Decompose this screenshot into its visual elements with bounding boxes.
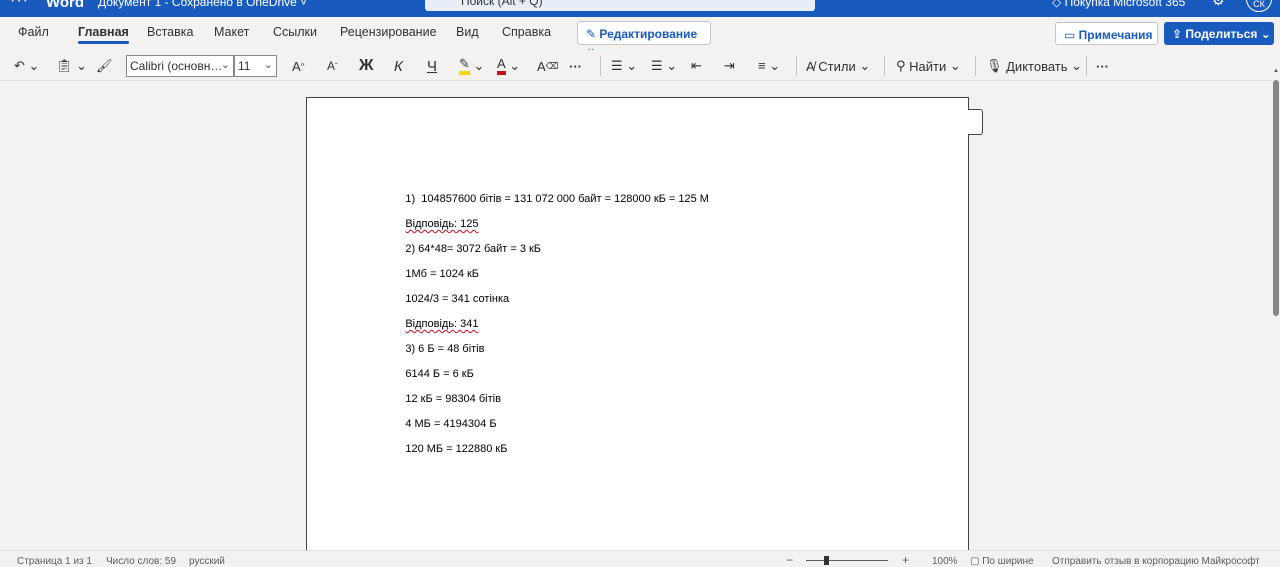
scrollbar-thumb[interactable] (1273, 80, 1279, 316)
tab-review[interactable]: Рецензирование (340, 25, 437, 39)
more-options-icon[interactable]: ··· (1096, 55, 1109, 77)
ribbon-divider (1086, 56, 1087, 76)
document-page[interactable]: 1) 104857600 бітів = 131 072 000 байт = … (306, 97, 969, 557)
buy-microsoft-365-link[interactable]: ◇ Покупка Microsoft 365 (1052, 0, 1185, 9)
chevron-down-icon: ⌄ (220, 59, 230, 71)
app-name: Word (46, 0, 85, 11)
zoom-slider-handle[interactable] (824, 556, 829, 565)
tab-home[interactable]: Главная (78, 25, 129, 44)
scroll-up-icon[interactable]: ▲ (1273, 68, 1279, 74)
font-size-select[interactable]: 11 ⌄ (234, 55, 277, 77)
font-color-icon[interactable]: A ⌄ (497, 55, 520, 77)
share-button[interactable]: ⇪ Поделиться ⌄ (1164, 22, 1274, 45)
undo-icon[interactable]: ↶ ⌄ (14, 55, 39, 77)
diamond-icon: ◇ (1052, 0, 1065, 9)
find-button[interactable]: ⚲ Найти ⌄ (896, 55, 961, 77)
menu-bar: Файл Главная Вставка Макет Ссылки Реценз… (0, 17, 1280, 55)
search-placeholder: Поиск (Alt + Q) (461, 0, 543, 8)
chevron-down-icon: ⌄ (263, 59, 273, 71)
doc-line-11[interactable]: 120 МБ = 122880 кБ (387, 431, 507, 467)
ribbon-divider (975, 56, 976, 76)
chevron-down-icon: ⌄ (1257, 27, 1271, 41)
status-bar: Страница 1 из 1 Число слов: 59 русский −… (0, 550, 1280, 567)
tab-view[interactable]: Вид (456, 25, 479, 39)
styles-icon: A̸ (806, 58, 819, 74)
dictate-button[interactable]: 🎙︎ Диктовать ⌄ (986, 55, 1082, 77)
highlight-icon[interactable]: ✎ ⌄ (459, 55, 484, 77)
tab-file[interactable]: Файл (18, 25, 49, 39)
italic-button[interactable]: К (394, 55, 403, 77)
paste-icon[interactable]: 📋︎ ⌄ (56, 55, 87, 77)
share-icon: ⇪ (1172, 27, 1186, 41)
waffle-icon[interactable]: ··· (10, 0, 29, 10)
search-box[interactable]: Поиск (Alt + Q) (425, 0, 815, 11)
comment-icon: ▭ (1064, 28, 1079, 42)
shrink-font-icon[interactable]: Aˇ (327, 55, 338, 77)
zoom-slider[interactable] (806, 560, 888, 561)
font-name-select[interactable]: Calibri (основн… ⌄ (126, 55, 234, 77)
gear-icon[interactable]: ⚙ (1212, 0, 1225, 9)
clear-formatting-icon[interactable]: A ⌫ (537, 55, 558, 77)
pencil-icon: ✎ (586, 27, 600, 41)
more-font-options-icon[interactable]: ··· (569, 55, 582, 77)
document-status[interactable]: Документ 1 - Сохранено в OneDrive ˅ (98, 0, 307, 9)
underline-button[interactable]: Ч (427, 55, 437, 77)
avatar[interactable]: СК (1246, 0, 1272, 12)
word-count[interactable]: Число слов: 59 (106, 556, 176, 567)
feedback-link[interactable]: Отправить отзыв в корпорацию Майкрософт (1052, 556, 1260, 567)
page-count: Страница 1 из 1 (17, 556, 92, 567)
styles-button[interactable]: A̸ Стили ⌄ (806, 55, 870, 77)
fit-width-button[interactable]: ▢ По ширине (970, 556, 1034, 567)
format-painter-icon[interactable]: 🖌︎ (96, 55, 113, 77)
tab-layout[interactable]: Макет (214, 25, 249, 39)
ribbon-divider (600, 56, 601, 76)
numbered-list-icon[interactable]: ☰ ⌄ (651, 55, 677, 77)
ribbon-toolbar: ↶ ⌄ 📋︎ ⌄ 🖌︎ Calibri (основн… ⌄ 11 ⌄ A ^ Aˇ … (0, 50, 1280, 81)
editing-mode-button[interactable]: ✎ Редактирование ⌄ (577, 21, 711, 55)
grow-font-icon[interactable]: A ^ (292, 55, 304, 77)
comment-margin-marker[interactable] (968, 109, 983, 135)
vertical-scrollbar[interactable]: ▲ (1272, 66, 1280, 550)
align-icon[interactable]: ≡ ⌄ (758, 55, 780, 77)
ribbon-divider (884, 56, 885, 76)
title-bar: ··· Word Документ 1 - Сохранено в OneDri… (0, 0, 1280, 17)
increase-indent-icon[interactable]: ⇥ (724, 55, 735, 77)
tab-references[interactable]: Ссылки (273, 25, 317, 39)
tab-help[interactable]: Справка (502, 25, 551, 39)
zoom-level[interactable]: 100% (932, 556, 958, 567)
tab-insert[interactable]: Вставка (147, 25, 193, 39)
decrease-indent-icon[interactable]: ⇤ (691, 55, 702, 77)
language-indicator[interactable]: русский (189, 556, 225, 567)
search-icon: ⚲ (896, 58, 910, 73)
fit-width-icon: ▢ (970, 556, 983, 567)
bold-button[interactable]: Ж (359, 55, 373, 77)
ribbon-divider (796, 56, 797, 76)
comments-button[interactable]: ▭ Примечания (1055, 22, 1158, 45)
bullet-list-icon[interactable]: ☰ ⌄ (611, 55, 637, 77)
document-canvas: 1) 104857600 бітів = 131 072 000 байт = … (0, 82, 1272, 557)
microphone-icon: 🎙︎ (986, 58, 1007, 73)
